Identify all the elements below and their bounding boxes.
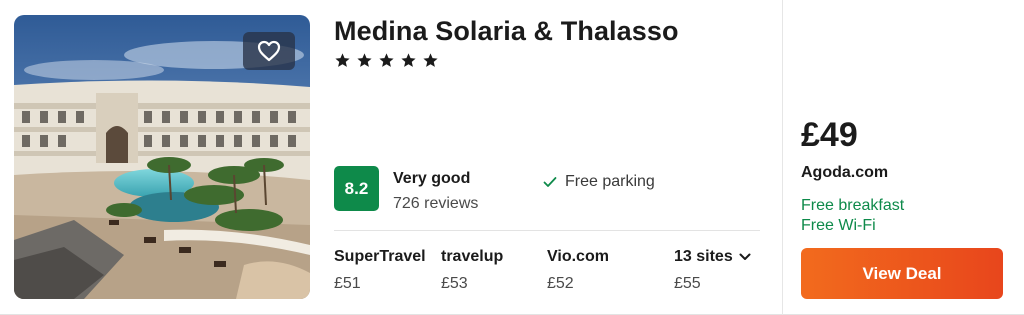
- offer-price: £53: [441, 275, 468, 292]
- star-icon: [401, 53, 416, 67]
- hotel-name[interactable]: Medina Solaria & Thalasso: [334, 16, 679, 47]
- check-icon: [543, 177, 557, 187]
- star-icon: [335, 53, 350, 67]
- offer-more-sites[interactable]: 13 sites £55: [674, 248, 751, 293]
- deal-provider: Agoda.com: [801, 164, 889, 181]
- star-icon: [379, 53, 394, 67]
- price-comparison: SuperTravel £51 travelup £53 Vio.com £52…: [334, 248, 760, 298]
- view-deal-button[interactable]: View Deal: [801, 248, 1003, 299]
- deal-price: £49: [801, 116, 858, 154]
- perk-free-breakfast: Free breakfast: [801, 197, 905, 214]
- hotel-result-card: Medina Solaria & Thalasso 8.2 Very good …: [0, 0, 1024, 315]
- offer-price: £51: [334, 275, 361, 292]
- star-icon: [357, 53, 372, 67]
- chevron-down-icon: [739, 253, 751, 260]
- favorite-button[interactable]: [243, 32, 295, 70]
- star-icon: [423, 53, 438, 67]
- offer-travelup[interactable]: travelup £53: [441, 248, 503, 293]
- perk-free-wifi: Free Wi-Fi: [801, 217, 876, 234]
- offer-provider: Vio.com: [547, 248, 609, 265]
- column-divider: [782, 0, 783, 315]
- amenity-label: Free parking: [565, 173, 655, 190]
- review-count[interactable]: 726 reviews: [393, 195, 478, 213]
- star-rating: [334, 52, 439, 69]
- offer-vio[interactable]: Vio.com £52: [547, 248, 609, 293]
- offer-price: £52: [547, 275, 574, 292]
- rating-label: Very good: [393, 170, 471, 187]
- heart-icon: [257, 40, 281, 62]
- offer-supertravel[interactable]: SuperTravel £51: [334, 248, 426, 293]
- more-sites-toggle[interactable]: 13 sites: [674, 248, 751, 266]
- offer-provider: 13 sites: [674, 248, 733, 265]
- amenity-free-parking: Free parking: [543, 173, 655, 191]
- rating-score-badge: 8.2: [334, 166, 379, 211]
- divider: [334, 230, 760, 231]
- offer-provider: SuperTravel: [334, 248, 426, 265]
- offer-provider: travelup: [441, 248, 504, 265]
- offer-price: £55: [674, 275, 701, 292]
